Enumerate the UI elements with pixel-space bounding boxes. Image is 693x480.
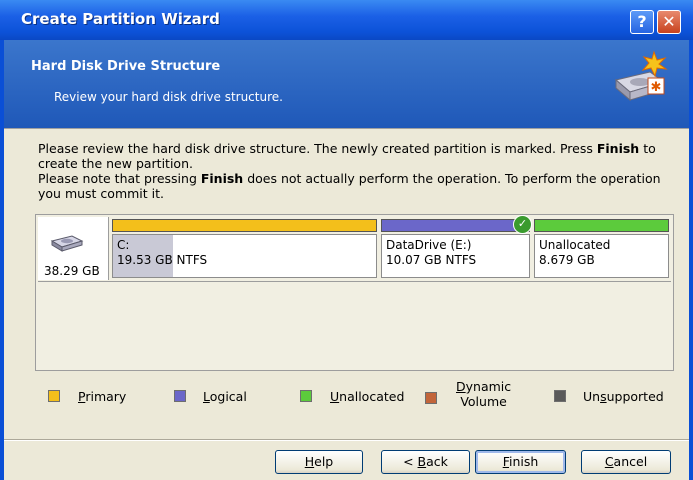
page-title: Hard Disk Drive Structure xyxy=(31,59,221,74)
partition-e-name: DataDrive (E:) xyxy=(386,238,472,252)
help-button[interactable]: Help xyxy=(275,450,363,474)
legend-unsupported-label: Unsupported xyxy=(583,389,664,404)
finish-button[interactable]: Finish xyxy=(475,450,566,474)
legend-unallocated-label: Unallocated xyxy=(330,389,405,404)
disk-size: 38.29 GB xyxy=(44,264,100,278)
legend-logical-label: Logical xyxy=(203,389,247,404)
legend-primary-label: Primary xyxy=(78,389,127,404)
help-title-button[interactable]: ? xyxy=(630,10,654,34)
question-icon: ? xyxy=(637,12,647,31)
partition-unallocated[interactable]: Unallocated 8.679 GB xyxy=(532,217,671,280)
unsupported-swatch xyxy=(554,390,566,402)
header-divider xyxy=(4,128,689,129)
unallocated-name: Unallocated xyxy=(539,238,611,252)
hard-disk-icon xyxy=(50,235,84,252)
partition-c-info: 19.53 GB NTFS xyxy=(117,253,208,267)
title-bar[interactable]: Create Partition Wizard ? ✕ xyxy=(0,0,693,40)
partition-e-type-bar xyxy=(381,219,530,232)
close-icon: ✕ xyxy=(662,12,676,31)
disk-row[interactable]: 38.29 GB C: 19.53 GB NTFS ✓ DataDrive (E… xyxy=(38,215,671,282)
wizard-window: Create Partition Wizard ? ✕ Hard Disk Dr… xyxy=(0,0,693,480)
description-paragraph-2: Please note that pressing Finish does no… xyxy=(38,171,661,201)
unallocated-info: 8.679 GB xyxy=(539,253,595,267)
close-button[interactable]: ✕ xyxy=(657,10,681,34)
wizard-client-area: Hard Disk Drive Structure Review your ha… xyxy=(4,40,689,480)
logical-swatch xyxy=(174,390,186,402)
description-text: Please review the hard disk drive struct… xyxy=(38,141,678,201)
hard-disk-wizard-icon: ✱ xyxy=(614,50,668,102)
partition-c-name: C: xyxy=(117,238,130,252)
partition-c-type-bar xyxy=(112,219,377,232)
unallocated-swatch xyxy=(300,390,312,402)
partition-c-body: C: 19.53 GB NTFS xyxy=(112,234,377,278)
partition-c[interactable]: C: 19.53 GB NTFS xyxy=(110,217,379,280)
checkmark-icon: ✓ xyxy=(513,215,532,234)
dynamic-volume-swatch xyxy=(425,392,437,404)
primary-swatch xyxy=(48,390,60,402)
disk-cell[interactable]: 38.29 GB xyxy=(38,217,109,280)
legend: Primary Logical Unallocated Dynamic Volum… xyxy=(4,379,689,426)
partition-e-info: 10.07 GB NTFS xyxy=(386,253,477,267)
legend-dynamic-volume-label: Dynamic Volume xyxy=(456,379,512,409)
unallocated-body: Unallocated 8.679 GB xyxy=(534,234,669,278)
unallocated-type-bar xyxy=(534,219,669,232)
page-subtitle: Review your hard disk drive structure. xyxy=(54,90,283,104)
svg-text:✱: ✱ xyxy=(651,80,662,95)
header-band: Hard Disk Drive Structure Review your ha… xyxy=(4,40,689,128)
back-button[interactable]: < Back xyxy=(381,450,470,474)
disk-structure-panel[interactable]: 38.29 GB C: 19.53 GB NTFS ✓ DataDrive (E… xyxy=(35,214,674,371)
partition-e-body: DataDrive (E:) 10.07 GB NTFS xyxy=(381,234,530,278)
description-paragraph-1: Please review the hard disk drive struct… xyxy=(38,141,656,171)
cancel-button[interactable]: Cancel xyxy=(581,450,671,474)
button-separator xyxy=(4,439,689,441)
partition-datadrive[interactable]: ✓ DataDrive (E:) 10.07 GB NTFS xyxy=(379,215,532,280)
window-title: Create Partition Wizard xyxy=(21,10,220,28)
